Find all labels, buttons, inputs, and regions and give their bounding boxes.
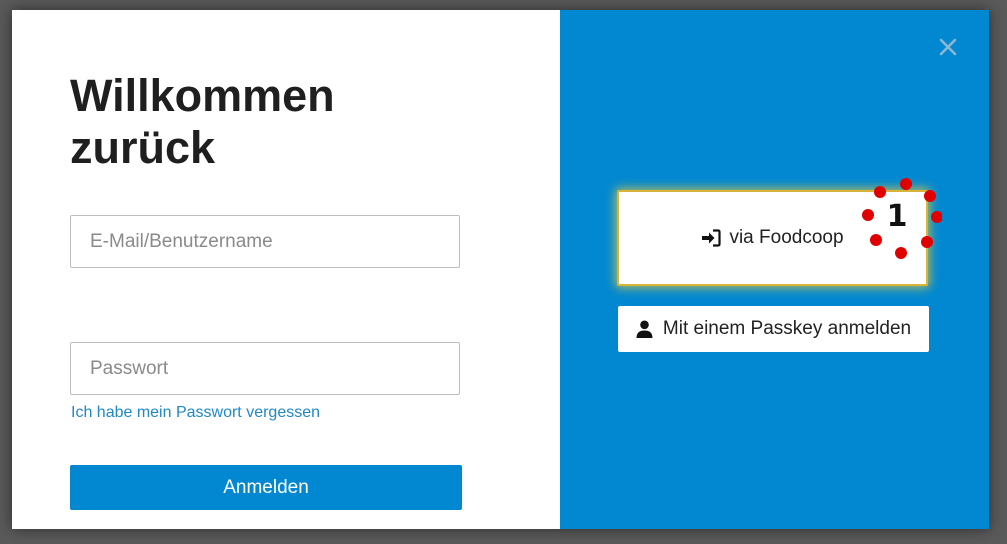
- login-modal: Willkommen zurück Ich habe mein Passwort…: [12, 10, 989, 529]
- password-field[interactable]: [70, 342, 460, 395]
- marker-number: 1: [886, 199, 908, 234]
- sso-panel: via Foodcoop Mit einem Passkey anmelden: [560, 10, 989, 529]
- login-form-panel: Willkommen zurück Ich habe mein Passwort…: [12, 10, 560, 529]
- passkey-login-button[interactable]: Mit einem Passkey anmelden: [618, 306, 929, 352]
- login-button[interactable]: Anmelden: [70, 465, 462, 510]
- annotation-marker: 1: [852, 175, 943, 265]
- foodcoop-login-label: via Foodcoop: [729, 227, 844, 248]
- close-icon[interactable]: [935, 34, 961, 60]
- page-title: Willkommen zurück: [70, 70, 335, 173]
- user-icon: [636, 320, 653, 338]
- passkey-login-label: Mit einem Passkey anmelden: [662, 318, 912, 339]
- sign-in-icon: [701, 229, 722, 247]
- forgot-password-link[interactable]: Ich habe mein Passwort vergessen: [71, 404, 320, 422]
- email-field[interactable]: [70, 215, 460, 268]
